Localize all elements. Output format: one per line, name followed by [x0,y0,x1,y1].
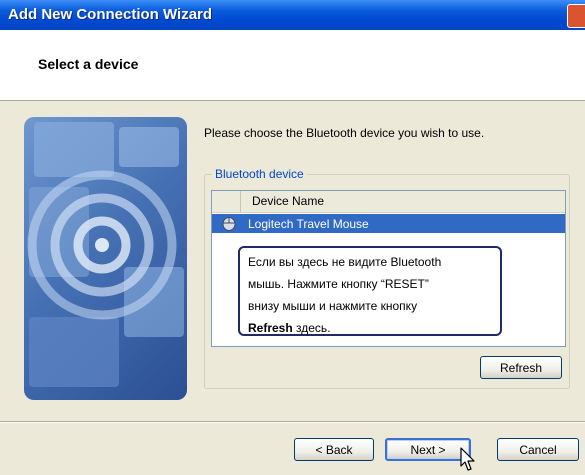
footer-separator [0,421,585,423]
icon-column-header[interactable] [212,191,241,212]
callout-line-1: Если вы здесь не видите Bluetooth [248,255,442,269]
wizard-header: Select a device [0,30,585,101]
list-header: Device Name [212,191,565,213]
page-title: Select a device [38,56,139,72]
instruction-text: Please choose the Bluetooth device you w… [204,126,485,140]
window-title: Add New Connection Wizard [8,6,213,23]
close-icon[interactable] [567,4,585,28]
cancel-button[interactable]: Cancel [497,438,579,461]
mouse-icon [222,217,236,231]
callout-line-3: внизу мыши и нажмите кнопку [248,299,418,313]
callout-line-2: мышь. Нажмите кнопку “RESET” [248,277,429,291]
callout-line-4: Refresh здесь. [248,317,492,339]
list-item[interactable]: Logitech Travel Mouse [212,214,565,233]
callout-bold-refresh: Refresh [248,321,293,335]
device-name-column-header[interactable]: Device Name [252,194,324,208]
back-button[interactable]: < Back [294,438,374,461]
help-callout: Если вы здесь не видите Bluetooth мышь. … [238,246,502,336]
refresh-button[interactable]: Refresh [480,356,562,379]
title-bar: Add New Connection Wizard [0,0,585,30]
bluetooth-illustration [24,117,187,400]
mouse-pointer-icon [460,447,475,471]
devices-illustration-icon [27,122,184,387]
callout-line-4-rest: здесь. [292,321,331,335]
device-name: Logitech Travel Mouse [248,217,369,231]
group-label: Bluetooth device [212,167,307,181]
